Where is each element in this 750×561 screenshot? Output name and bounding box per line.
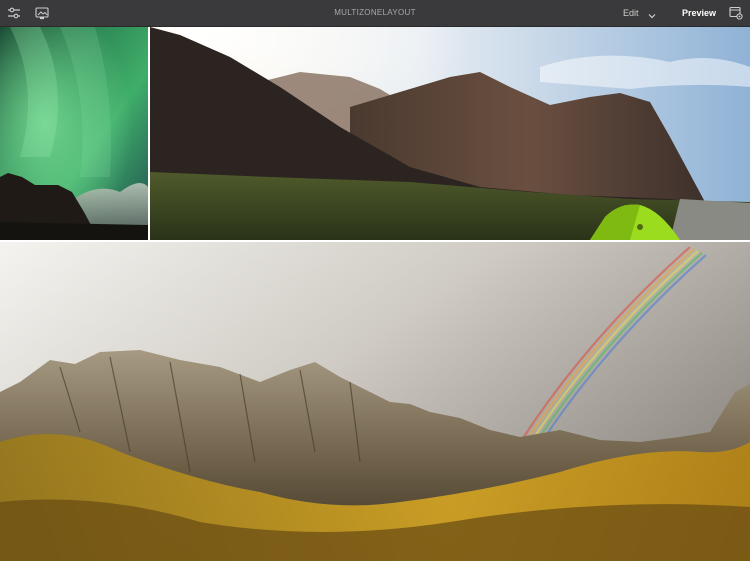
photo-zone-valley[interactable] <box>150 27 750 240</box>
aurora-photo <box>0 27 148 240</box>
photo-zone-rainbow[interactable] <box>0 242 750 561</box>
top-toolbar: MULTIZONELAYOUT Edit Preview <box>0 0 750 27</box>
valley-photo <box>150 27 750 240</box>
edit-menu-button[interactable]: Edit <box>623 8 639 18</box>
photo-zone-aurora[interactable] <box>0 27 148 240</box>
chevron-down-icon[interactable] <box>647 8 657 19</box>
multizone-layout-editor: MULTIZONELAYOUT Edit Preview <box>0 0 750 561</box>
rainbow-photo <box>0 242 750 561</box>
preview-button[interactable]: Preview <box>682 8 716 18</box>
zone-divider-vertical[interactable] <box>148 27 150 240</box>
layout-settings-icon[interactable] <box>727 4 745 22</box>
